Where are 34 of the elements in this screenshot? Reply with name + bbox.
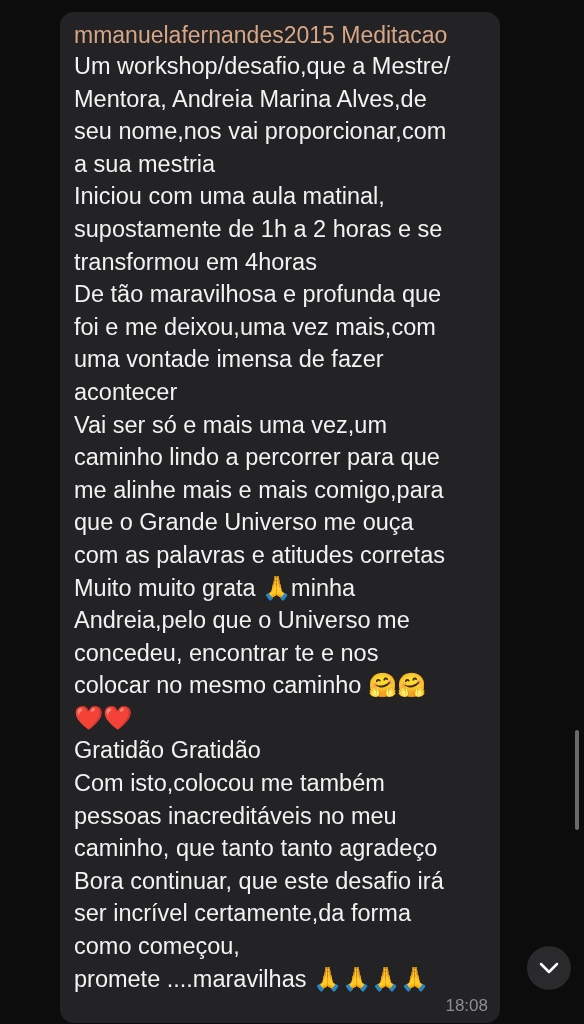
message-line: Um workshop/desafio,que a Mestre/	[74, 52, 452, 81]
message-line: seu nome,nos vai proporcionar,com	[74, 117, 448, 147]
message-line: Vai ser só e mais uma vez,um	[74, 410, 388, 440]
message-line: me alinhe mais e mais comigo,para	[74, 475, 445, 505]
message-line: Bora continuar, que este desafio irá	[74, 866, 445, 896]
message-line: supostamente de 1h a 2 horas e se	[74, 214, 444, 244]
message-line: que o Grande Universo me ouça	[74, 508, 415, 538]
message-line: colocar no mesmo caminho 🤗🤗	[74, 671, 427, 701]
message-time: 18:08	[444, 995, 488, 1018]
message-line: foi e me deixou,uma vez mais,com	[74, 312, 437, 342]
message-line: a sua mestria	[74, 149, 217, 179]
message-line: De tão maravilhosa e profunda que	[74, 280, 443, 310]
message-line: uma vontade imensa de fazer	[74, 345, 385, 375]
message-line: caminho, que tanto tanto agradeço	[74, 834, 439, 864]
message-line: concedeu, encontrar te e nos	[74, 638, 380, 668]
message-line: acontecer	[74, 377, 179, 407]
scrollbar[interactable]	[575, 730, 579, 830]
message-line: Mentora, Andreia Marina Alves,de	[74, 84, 428, 114]
chevron-down-icon	[539, 962, 559, 974]
sender-name: mmanuelafernandes2015 Meditacao	[74, 21, 449, 50]
message-line: transformou em 4horas	[74, 247, 318, 277]
message-line: como começou,	[74, 932, 241, 962]
scroll-down-button[interactable]	[527, 946, 571, 990]
message-line: com as palavras e atitudes corretas	[74, 540, 446, 570]
message-line: Iniciou com uma aula matinal,	[74, 182, 386, 212]
message-line: ❤❤	[74, 703, 133, 733]
message-line: Andreia,pelo que o Universo me	[74, 606, 411, 636]
message-line: pessoas inacreditáveis no meu	[74, 801, 398, 831]
message-line: Muito muito grata 🙏minha	[74, 573, 357, 603]
message-line: Gratidão Gratidão	[74, 736, 262, 766]
message-line: Com isto,colocou me também	[74, 769, 386, 799]
message-line: ser incrível certamente,da forma	[74, 899, 412, 929]
message-line: caminho lindo a percorrer para que	[74, 443, 441, 473]
message-line: promete ....maravilhas 🙏🙏🙏🙏	[74, 964, 430, 994]
